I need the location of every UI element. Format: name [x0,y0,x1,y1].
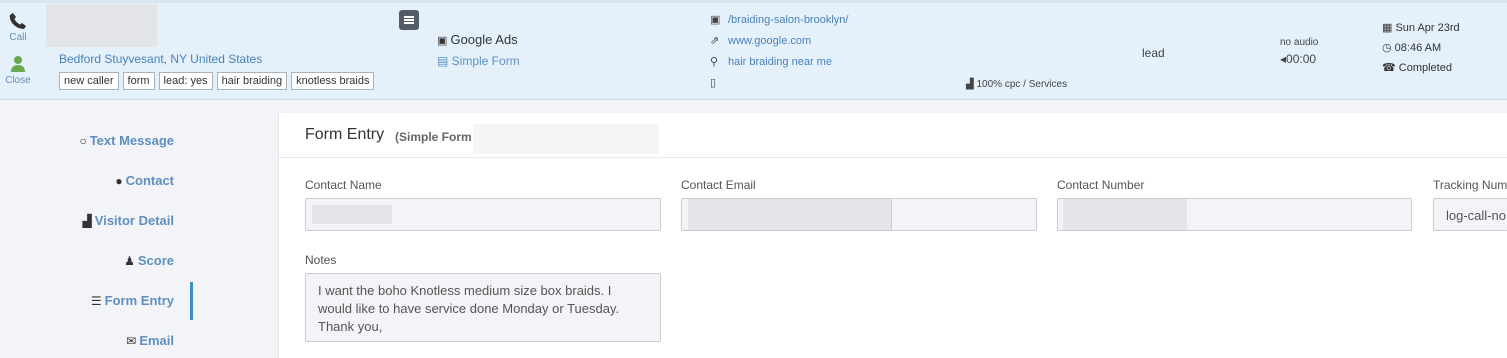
hangup-icon: ☎ [1382,62,1399,74]
tracking-number-field[interactable]: log-call-no [1433,198,1507,231]
form-entry-panel: Form Entry (Simple Form Contact Name Con… [278,113,1507,358]
redacted-value [312,205,392,224]
caller-avatar-redacted [46,4,157,47]
envelope-icon: ✉ [126,334,137,348]
image-icon: ▣ [710,14,721,26]
device-indicator: ▯ [710,76,728,89]
clock-icon: ◷ [1382,42,1395,54]
tab-text-message[interactable]: ○ Text Message [79,133,174,148]
traffic-source: ▣ Google Ads [437,32,518,47]
mobile-phone-icon: ▯ [710,77,717,89]
redacted-value [688,199,892,230]
redacted-value [1063,199,1187,230]
list-icon: ☰ [90,294,102,308]
lead-status: lead [1142,46,1165,60]
active-tab-indicator [190,282,193,320]
bar-chart-icon: ▟ [966,79,977,90]
page-title: Form Entry [305,126,385,143]
user-icon [4,55,32,75]
person-tie-icon: ♟ [124,254,135,268]
tag[interactable]: lead: yes [158,72,213,90]
form-type-link[interactable]: ▤ Simple Form [437,54,520,68]
tab-visitor-detail[interactable]: ▟ Visitor Detail [83,213,174,228]
caller-location: Bedford Stuyvesant, NY United States [59,52,263,66]
redacted-form-name [473,124,659,154]
tag[interactable]: form [122,72,155,90]
speech-bubble-icon: ○ [79,134,87,148]
external-link-icon: ⇗ [710,35,720,47]
call-status: ☎ Completed [1382,62,1452,74]
tab-form-entry[interactable]: ☰ Form Entry [91,293,174,308]
contact-email-field[interactable] [681,198,1037,231]
contact-number-field[interactable] [1057,198,1412,231]
landing-page-link[interactable]: ▣/braiding-salon-brooklyn/ [710,13,848,26]
notes-field[interactable]: I want the boho Knotless medium size box… [305,273,661,342]
page-subtitle: (Simple Form [395,130,472,144]
keyword-link[interactable]: ⚲ hair braiding near me [710,55,832,68]
close-button[interactable]: Close [4,55,32,86]
field-label: Contact Name [305,178,382,192]
field-label: Tracking Num [1433,178,1507,192]
notes-label: Notes [305,253,337,267]
caller-tags: new caller form lead: yes hair braiding … [59,72,375,90]
form-icon: ▤ [437,54,452,68]
close-button-label: Close [5,75,31,86]
menu-icon[interactable] [399,10,419,30]
contact-name-field[interactable] [305,198,661,231]
map-pin-icon: ⚲ [710,56,719,68]
call-time: ◷ 08:46 AM [1382,42,1442,54]
tab-contact[interactable]: ● Contact [115,173,174,188]
campaign-info: ▟ 100% cpc / Services [966,79,1068,90]
call-button[interactable]: Call [4,12,32,43]
tag[interactable]: new caller [59,72,119,90]
phone-icon [4,12,32,32]
referrer-link[interactable]: ⇗ www.google.com [710,34,811,47]
ad-icon: ▣ [437,35,451,47]
audio-player[interactable]: ◂00:00 [1280,52,1316,66]
user-icon: ● [115,174,123,188]
call-button-label: Call [9,32,27,43]
tag[interactable]: hair braiding [216,72,288,90]
tab-email[interactable]: ✉ Email [126,333,174,348]
call-summary-bar: Call Close Bedford Stuyvesant, NY United… [0,0,1507,100]
panel-header: Form Entry (Simple Form [279,113,1507,158]
audio-label: no audio [1280,37,1319,48]
tab-score[interactable]: ♟ Score [124,253,174,268]
calendar-icon: ▦ [1382,22,1396,34]
field-label: Contact Email [681,178,756,192]
detail-tabs: ○ Text Message ● Contact ▟ Visitor Detail ♟… [0,101,278,358]
bar-chart-icon: ▟ [82,214,92,228]
field-label: Contact Number [1057,178,1145,192]
call-date: ▦ Sun Apr 23rd [1382,22,1460,34]
tag[interactable]: knotless braids [291,72,375,90]
